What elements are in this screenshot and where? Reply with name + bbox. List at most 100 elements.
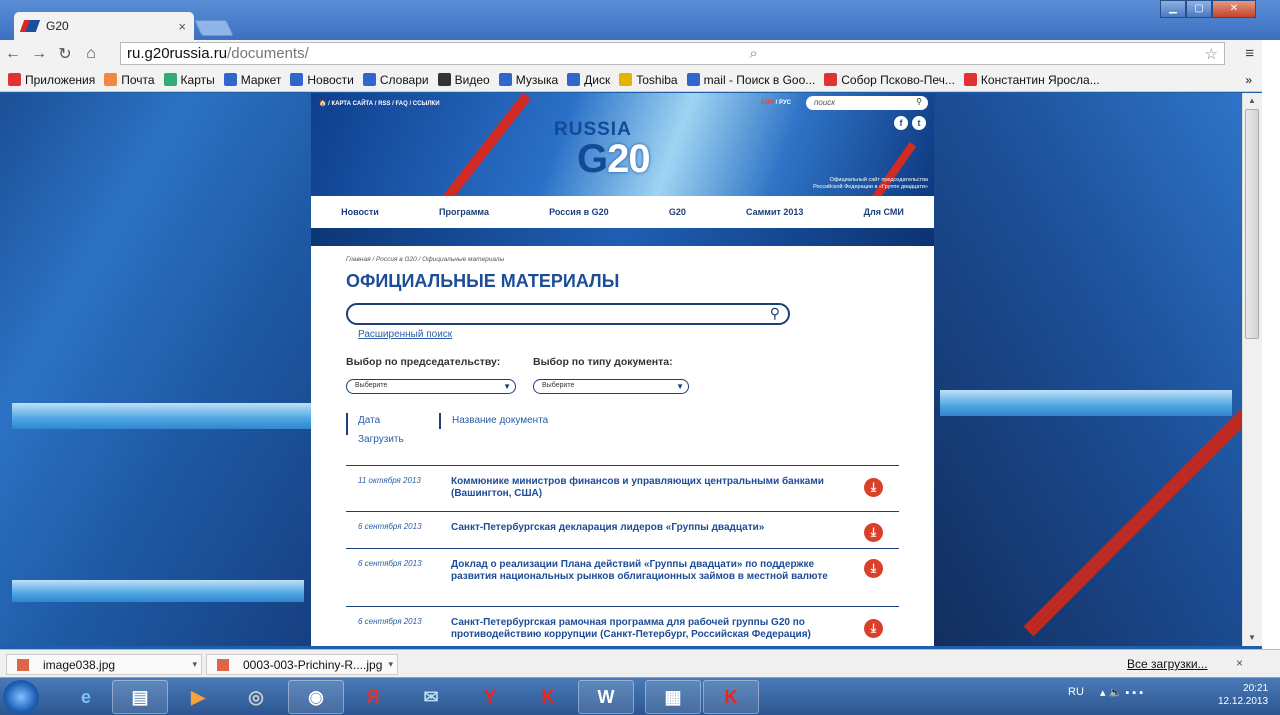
new-tab-button[interactable] — [194, 20, 234, 36]
bookmark-item[interactable]: Видео — [437, 73, 490, 87]
bookmark-item[interactable]: mail - Поиск в Goo... — [686, 73, 815, 87]
header-search-input[interactable]: поиск ⚲ — [806, 96, 928, 110]
documents-search-input[interactable]: ⚲ — [346, 303, 790, 325]
more-bookmarks-icon[interactable]: » — [1245, 73, 1252, 87]
nav-item-for-media[interactable]: Для СМИ — [864, 207, 904, 217]
bookmark-item[interactable]: Диск — [567, 73, 610, 87]
forward-arrow-icon[interactable]: → — [26, 45, 52, 63]
download-icon[interactable]: ⤓ — [864, 619, 883, 638]
download-item[interactable]: image038.jpg ▾ — [6, 654, 202, 675]
reload-icon[interactable]: ↻ — [52, 44, 78, 64]
close-icon[interactable]: × — [1236, 656, 1243, 670]
scroll-up-icon[interactable]: ▲ — [1248, 96, 1256, 105]
breadcrumb[interactable]: Главная / Россия в G20 / Официальные мат… — [346, 256, 504, 263]
page-viewport: 🏠 / КАРТА САЙТА / RSS / FAQ / ССЫЛКИ ENG… — [0, 93, 1242, 646]
minimize-button[interactable]: ▁ — [1160, 0, 1186, 18]
header-search-placeholder: поиск — [814, 98, 836, 107]
bookmark-item[interactable]: Маркет — [223, 73, 281, 87]
chevron-down-icon[interactable]: ▾ — [192, 659, 197, 670]
chrome-menu-icon[interactable]: ≡ — [1245, 45, 1254, 62]
app-circle-icon[interactable]: ◎ — [228, 680, 284, 714]
download-icon[interactable]: ⤓ — [864, 478, 883, 497]
search-icon[interactable]: ⚲ — [770, 305, 780, 322]
presidency-select[interactable]: Выберите ▼ — [346, 379, 516, 394]
bookmark-icon — [290, 73, 304, 86]
windows-start-icon[interactable] — [3, 680, 39, 714]
media-player-icon[interactable]: ▶ — [170, 680, 226, 714]
tray-icons[interactable]: ▴ 🔈 ▪ ▪ ▪ — [1100, 686, 1143, 699]
header-red-slash — [436, 93, 532, 210]
nav-item-russia-in-g20[interactable]: Россия в G20 — [549, 207, 609, 217]
address-bar[interactable]: ru.g20russia.ru /documents/ ⌕ ☆ — [120, 42, 1225, 65]
bookmark-label: Словари — [379, 72, 429, 87]
bookmark-item[interactable]: Toshiba — [619, 73, 678, 87]
bookmark-item[interactable]: Приложения — [8, 73, 95, 87]
address-host: ru.g20russia.ru — [127, 45, 228, 62]
sort-by-download[interactable]: Загрузить — [358, 434, 404, 445]
kaspersky-icon[interactable]: K — [703, 680, 759, 714]
bookmark-item[interactable]: Карты — [163, 73, 215, 87]
nav-item-program[interactable]: Программа — [439, 207, 489, 217]
office-icon[interactable]: ▦ — [645, 680, 701, 714]
doc-title-link[interactable]: Доклад о реализации Плана действий «Груп… — [451, 559, 841, 583]
lang-rus[interactable]: / РУС — [774, 100, 791, 106]
tray-language[interactable]: RU — [1068, 686, 1084, 698]
lang-eng[interactable]: ENG — [761, 100, 774, 106]
logo-g20[interactable]: G20 — [577, 137, 651, 182]
sort-by-date[interactable]: Дата — [358, 415, 380, 426]
download-filename: 0003-003-Prichiny-R....jpg — [243, 657, 383, 672]
bookmark-item[interactable]: Новости — [290, 73, 354, 87]
bookmark-item[interactable]: Словари — [362, 72, 429, 87]
address-path: /documents/ — [227, 45, 309, 62]
doc-title-link[interactable]: Санкт-Петербургская декларация лидеров «… — [451, 522, 841, 534]
chrome-icon[interactable]: ◉ — [288, 680, 344, 714]
nav-item-summit-2013[interactable]: Саммит 2013 — [746, 207, 803, 217]
download-icon[interactable]: ⤓ — [864, 523, 883, 542]
download-item[interactable]: 0003-003-Prichiny-R....jpg ▾ — [206, 654, 398, 675]
scroll-down-icon[interactable]: ▼ — [1248, 633, 1256, 642]
advanced-search-link[interactable]: Расширенный поиск — [358, 329, 452, 340]
doc-title-link[interactable]: Санкт-Петербургская рамочная программа д… — [451, 617, 841, 641]
nav-item-news[interactable]: Новости — [341, 207, 379, 217]
chevron-down-icon: ▼ — [503, 382, 511, 391]
nav-item-g20[interactable]: G20 — [669, 207, 686, 217]
yandex-browser-icon[interactable]: Y — [462, 680, 518, 714]
bookmark-item[interactable]: Собор Псково-Печ... — [824, 73, 955, 87]
tray-clock[interactable]: 20:21 12.12.2013 — [1218, 682, 1268, 708]
bookmark-item[interactable]: Константин Яросла... — [963, 73, 1100, 87]
bookmark-label: Диск — [584, 72, 611, 87]
doc-type-select[interactable]: Выберите ▼ — [533, 379, 689, 394]
window-controls: ▁ ▢ ✕ — [1160, 0, 1256, 18]
facebook-icon[interactable]: f — [894, 116, 908, 130]
zoom-search-icon[interactable]: ⌕ — [749, 45, 757, 62]
all-downloads-link[interactable]: Все загрузки... — [1127, 657, 1208, 671]
internet-explorer-icon[interactable]: e — [58, 680, 114, 714]
browser-tab[interactable]: G20 × — [14, 12, 194, 40]
file-explorer-icon[interactable]: ▤ — [112, 680, 168, 714]
bookmark-item[interactable]: Музыка — [498, 72, 559, 87]
page-scrollbar[interactable]: ▲ ▼ — [1242, 93, 1262, 646]
twitter-icon[interactable]: t — [912, 116, 926, 130]
search-icon[interactable]: ⚲ — [916, 97, 922, 106]
top-links[interactable]: 🏠 / КАРТА САЙТА / RSS / FAQ / ССЫЛКИ — [319, 100, 440, 107]
back-arrow-icon[interactable]: ← — [0, 45, 26, 63]
download-icon[interactable]: ⤓ — [864, 559, 883, 578]
language-switcher[interactable]: ENG / РУС — [761, 100, 791, 106]
kaspersky-icon[interactable]: K — [520, 680, 576, 714]
word-icon[interactable]: W — [578, 680, 634, 714]
home-icon[interactable]: ⌂ — [78, 45, 104, 63]
yandex-icon[interactable]: Я — [345, 680, 401, 714]
chevron-down-icon[interactable]: ▾ — [388, 659, 393, 670]
doc-title-link[interactable]: Коммюнике министров финансов и управляющ… — [451, 476, 841, 500]
sort-by-name[interactable]: Название документа — [452, 415, 548, 426]
mail-icon[interactable]: ✉ — [403, 680, 459, 714]
bookmark-icon — [223, 73, 237, 86]
tab-close-icon[interactable]: × — [178, 19, 186, 34]
maximize-button[interactable]: ▢ — [1186, 0, 1212, 18]
clock-time: 20:21 — [1243, 683, 1269, 694]
close-window-button[interactable]: ✕ — [1212, 0, 1256, 18]
bookmark-star-icon[interactable]: ☆ — [1205, 45, 1218, 63]
bookmark-label: Музыка — [515, 72, 559, 87]
scrollbar-thumb[interactable] — [1245, 109, 1259, 339]
bookmark-item[interactable]: Почта — [104, 73, 155, 87]
